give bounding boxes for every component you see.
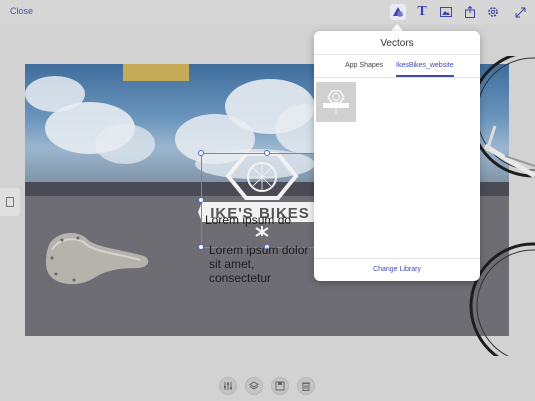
selection-border-top: [201, 153, 319, 154]
shapes-icon: [393, 7, 403, 17]
bike-saddle-image[interactable]: [44, 230, 150, 286]
delete-button[interactable]: [297, 377, 315, 395]
adjust-button[interactable]: [219, 377, 237, 395]
bottom-toolbar: [0, 377, 535, 397]
adjust-icon: [224, 382, 232, 390]
image-tool-button[interactable]: [438, 4, 454, 20]
vectors-popover: Vectors App Shapes IkesBikes_website Cha…: [314, 31, 480, 281]
expand-button[interactable]: [512, 4, 528, 20]
tab-divider: [314, 77, 480, 78]
delete-icon: [302, 382, 310, 391]
image-icon: [440, 7, 452, 17]
settings-button[interactable]: [485, 4, 501, 20]
canvas-text-partial[interactable]: Lorem ipsum do: [205, 213, 291, 227]
settings-icon: [488, 7, 498, 17]
side-panel-toggle[interactable]: [0, 188, 20, 216]
resize-handle-bottom-left[interactable]: [198, 244, 204, 250]
layers-button[interactable]: [245, 377, 263, 395]
title-divider: [314, 54, 480, 55]
yellow-rectangle-shape[interactable]: [123, 64, 189, 81]
page-icon: [6, 197, 14, 207]
ikes-bikes-logo[interactable]: IKE'S BIKES: [196, 152, 324, 246]
text-tool-button[interactable]: T: [414, 4, 430, 20]
popover-title: Vectors: [380, 38, 414, 49]
tab-ikesbikes-website[interactable]: IkesBikes_website: [396, 62, 454, 69]
share-icon: [465, 6, 475, 18]
close-button[interactable]: Close: [10, 6, 33, 16]
change-library-button[interactable]: Change Library: [314, 266, 480, 273]
share-button[interactable]: [462, 4, 478, 20]
text-tool-icon: T: [417, 4, 427, 19]
library-asset-thumbnail[interactable]: [316, 82, 356, 122]
footer-divider: [314, 258, 480, 259]
expand-icon: [515, 7, 525, 17]
top-toolbar: Close T: [0, 0, 535, 24]
shapes-tool-button[interactable]: [390, 4, 406, 20]
resize-handle-top-left[interactable]: [198, 150, 204, 156]
tab-app-shapes[interactable]: App Shapes: [345, 62, 383, 69]
resize-handle-middle-left[interactable]: [198, 197, 204, 203]
save-button[interactable]: [271, 377, 289, 395]
layers-icon: [249, 381, 259, 390]
save-icon: [275, 381, 285, 391]
resize-handle-top-center[interactable]: [264, 150, 270, 156]
logo-thumbnail-icon: [323, 90, 349, 113]
canvas-text-block[interactable]: Lorem ipsum dolor sit amet, consectetur: [209, 243, 309, 285]
